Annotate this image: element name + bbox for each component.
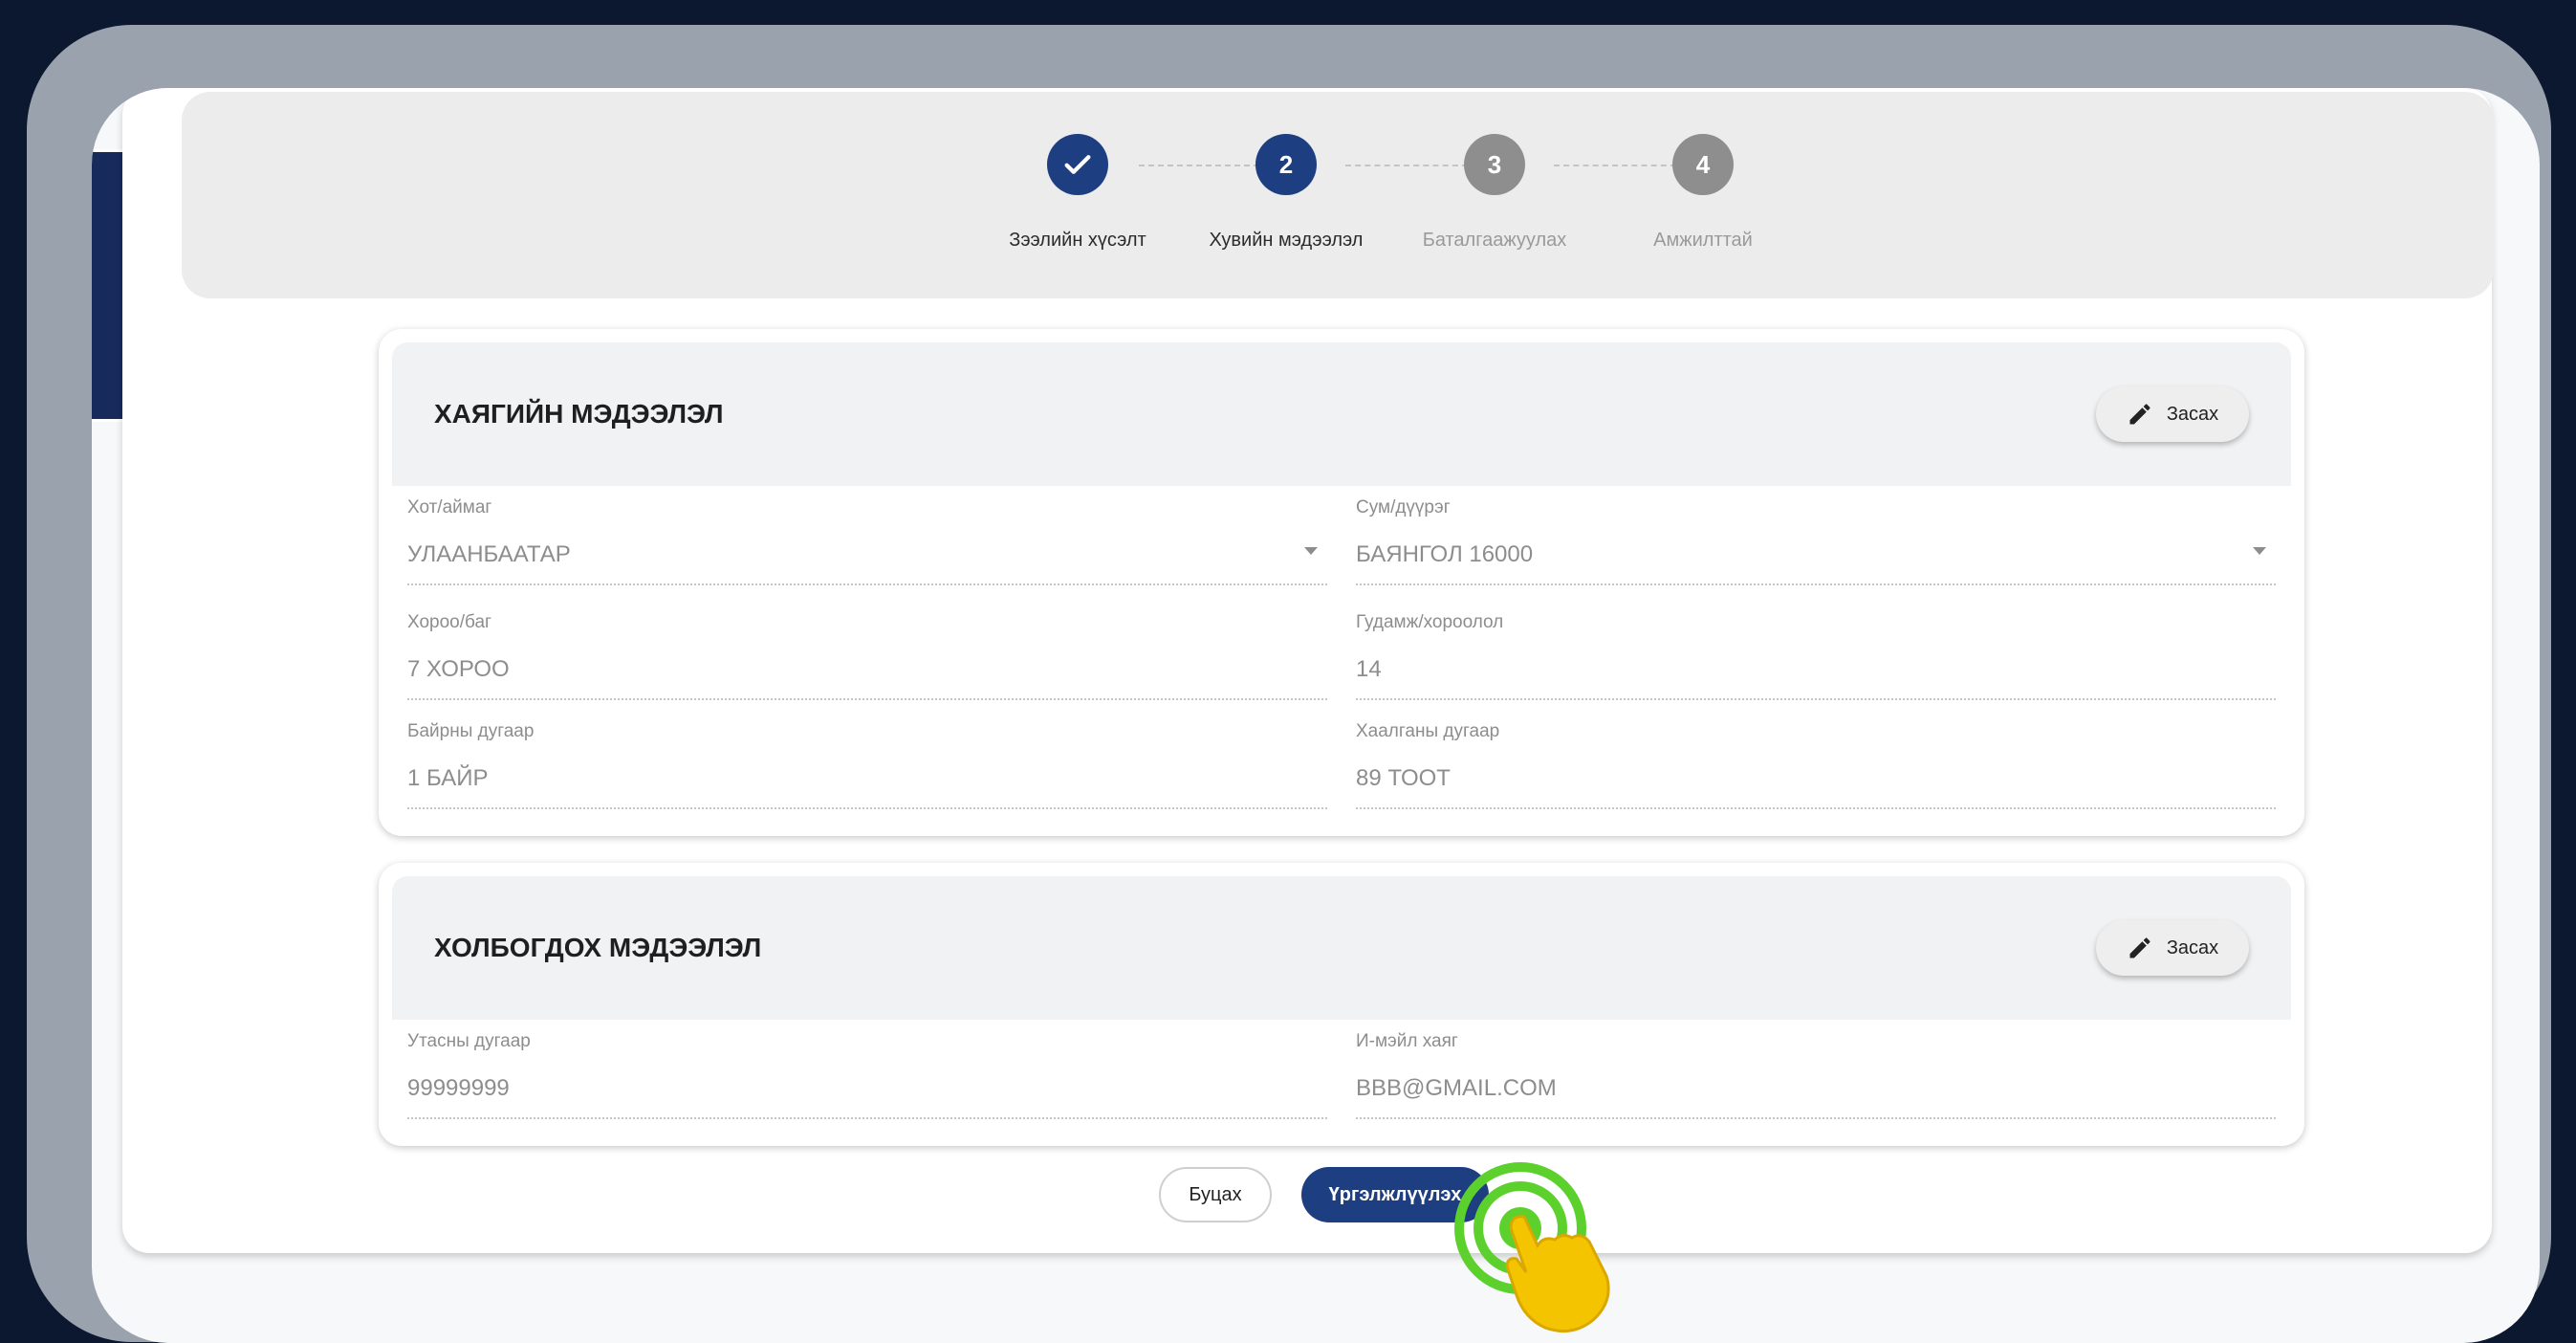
step-label: Амжилттай bbox=[1653, 230, 1753, 251]
phone-field[interactable]: Утасны дугаар 99999999 bbox=[407, 1031, 1327, 1127]
field-label: Хороо/баг bbox=[407, 612, 491, 632]
form-card: Зээлийн хүсэлт 2 Хувийн мэдээлэл 3 Батал… bbox=[122, 88, 2494, 1333]
edit-label: Засах bbox=[2166, 936, 2219, 958]
field-value: 1 БАЙР bbox=[407, 765, 489, 791]
field-label: Хаалганы дугаар bbox=[1356, 721, 1500, 741]
step-connector bbox=[1345, 165, 1468, 166]
street-field[interactable]: Гудамж/хороолол 14 bbox=[1356, 612, 2276, 708]
field-value: BBB@GMAIL.COM bbox=[1356, 1075, 1557, 1101]
dropdown-arrow-icon bbox=[2253, 547, 2266, 555]
field-underline bbox=[1356, 807, 2276, 809]
step-connector bbox=[1554, 165, 1676, 166]
field-underline bbox=[1356, 698, 2276, 700]
address-section-header: ХАЯГИЙН МЭДЭЭЛЭЛ Засах bbox=[392, 342, 2291, 486]
door-field[interactable]: Хаалганы дугаар 89 ТООТ bbox=[1356, 721, 2276, 817]
khoroo-field[interactable]: Хороо/баг 7 ХОРОО bbox=[407, 612, 1327, 708]
pencil-icon bbox=[2129, 937, 2150, 958]
field-underline bbox=[407, 1117, 1327, 1119]
contact-section: ХОЛБОГДОХ МЭДЭЭЛЭЛ Засах Утасны дугаар 9… bbox=[379, 863, 2304, 1146]
field-underline bbox=[407, 583, 1327, 585]
step-number: 4 bbox=[1672, 134, 1734, 195]
field-underline bbox=[407, 698, 1327, 700]
step-circle-completed bbox=[1047, 134, 1108, 195]
device-frame: Зээлийн хүсэлт 2 Хувийн мэдээлэл 3 Батал… bbox=[27, 25, 2551, 1343]
field-value: 14 bbox=[1356, 656, 1382, 682]
dropdown-arrow-icon bbox=[1304, 547, 1318, 555]
field-value: УЛААНБААТАР bbox=[407, 541, 571, 567]
city-select[interactable]: Хот/аймаг УЛААНБААТАР bbox=[407, 497, 1327, 593]
field-value: БАЯНГОЛ 16000 bbox=[1356, 541, 1534, 567]
field-label: И-мэйл хаяг bbox=[1356, 1031, 1458, 1051]
tap-hand-icon bbox=[1454, 1162, 1610, 1333]
field-label: Гудамж/хороолол bbox=[1356, 612, 1504, 632]
step-connector bbox=[1139, 165, 1259, 166]
field-value: 7 ХОРОО bbox=[407, 656, 510, 682]
district-select[interactable]: Сум/дүүрэг БАЯНГОЛ 16000 bbox=[1356, 497, 2276, 593]
field-value: 99999999 bbox=[407, 1075, 510, 1101]
edit-address-button[interactable]: Засах bbox=[2096, 386, 2249, 442]
step-label: Баталгаажуулах bbox=[1422, 230, 1567, 251]
edit-label: Засах bbox=[2166, 403, 2219, 425]
edit-contact-button[interactable]: Засах bbox=[2096, 920, 2249, 976]
field-label: Байрны дугаар bbox=[407, 721, 535, 741]
field-underline bbox=[407, 807, 1327, 809]
field-label: Утасны дугаар bbox=[407, 1031, 531, 1051]
step-number: 3 bbox=[1464, 134, 1525, 195]
building-field[interactable]: Байрны дугаар 1 БАЙР bbox=[407, 721, 1327, 817]
contact-section-header: ХОЛБОГДОХ МЭДЭЭЛЭЛ Засах bbox=[392, 876, 2291, 1020]
progress-stepper: Зээлийн хүсэлт 2 Хувийн мэдээлэл 3 Батал… bbox=[182, 92, 2494, 298]
section-title: ХАЯГИЙН МЭДЭЭЛЭЛ bbox=[434, 399, 724, 429]
address-section: ХАЯГИЙН МЭДЭЭЛЭЛ Засах Хот/аймаг УЛААНБА… bbox=[379, 329, 2304, 836]
app-screen: Зээлийн хүсэлт 2 Хувийн мэдээлэл 3 Батал… bbox=[92, 88, 2540, 1343]
field-value: 89 ТООТ bbox=[1356, 765, 1451, 791]
field-underline bbox=[1356, 1117, 2276, 1119]
step-number: 2 bbox=[1255, 134, 1317, 195]
field-label: Хот/аймаг bbox=[407, 497, 492, 517]
section-title: ХОЛБОГДОХ МЭДЭЭЛЭЛ bbox=[434, 933, 762, 962]
check-icon bbox=[1064, 155, 1091, 174]
field-label: Сум/дүүрэг bbox=[1356, 497, 1451, 517]
step-label: Хувийн мэдээлэл bbox=[1209, 230, 1364, 251]
pencil-icon bbox=[2129, 404, 2150, 425]
back-button[interactable]: Буцах bbox=[1159, 1167, 1272, 1222]
field-underline bbox=[1356, 583, 2276, 585]
email-field[interactable]: И-мэйл хаяг BBB@GMAIL.COM bbox=[1356, 1031, 2276, 1127]
step-label: Зээлийн хүсэлт bbox=[1009, 230, 1146, 251]
